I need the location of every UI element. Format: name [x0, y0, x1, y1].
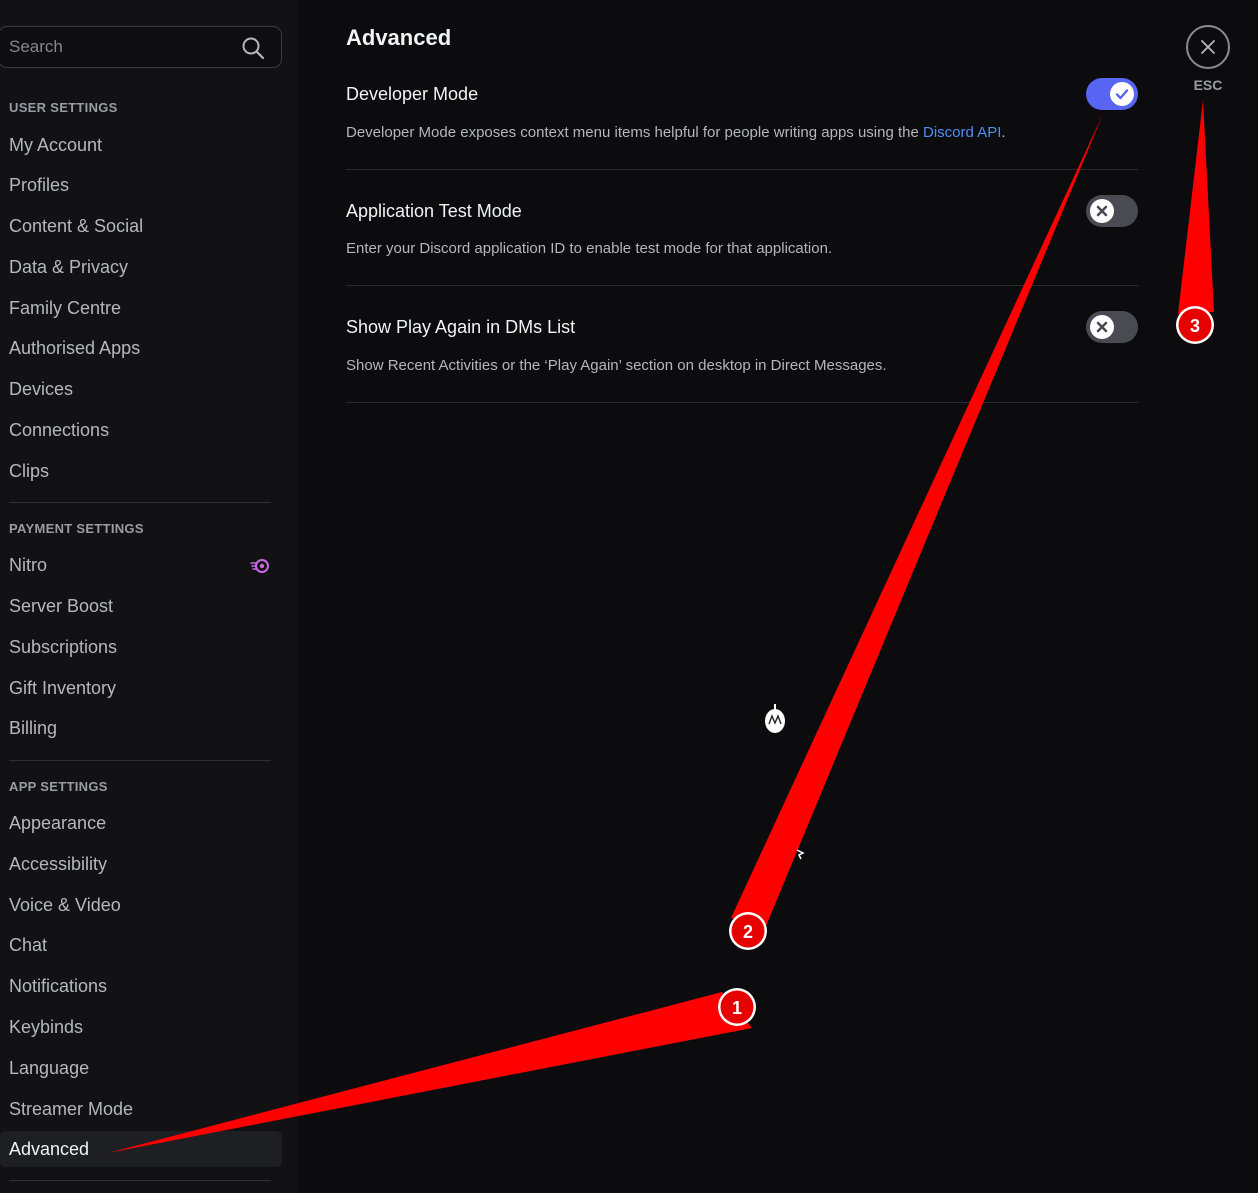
setting-divider [346, 169, 1138, 170]
sidebar-item-keybinds[interactable]: Keybinds [0, 1009, 282, 1045]
developer-mode-description-end: . [1001, 124, 1006, 141]
toggle-knob [1090, 315, 1114, 339]
sidebar-item-voice-video[interactable]: Voice & Video [0, 887, 282, 923]
close-button[interactable] [1186, 25, 1230, 69]
user-settings-header: USER SETTINGS [9, 100, 118, 115]
pointer-icon [796, 849, 805, 860]
developer-mode-description: Developer Mode exposes context menu item… [346, 124, 1006, 141]
sidebar-item-data-privacy[interactable]: Data & Privacy [0, 249, 282, 285]
close-icon [1201, 40, 1215, 54]
sidebar-divider [9, 502, 271, 503]
developer-mode-description-text: Developer Mode exposes context menu item… [346, 124, 923, 141]
sidebar-item-clips[interactable]: Clips [0, 453, 282, 489]
sidebar-item-family-centre[interactable]: Family Centre [0, 290, 282, 326]
sidebar-item-streamer-mode[interactable]: Streamer Mode [0, 1091, 282, 1127]
sidebar-item-server-boost[interactable]: Server Boost [0, 588, 282, 624]
sidebar-item-gift-inventory[interactable]: Gift Inventory [0, 670, 282, 706]
sidebar-item-content-social[interactable]: Content & Social [0, 208, 282, 244]
search-box[interactable] [0, 26, 282, 68]
annotation-label-2: 2 [743, 922, 753, 942]
sidebar-item-my-account[interactable]: My Account [0, 127, 282, 163]
settings-sidebar: USER SETTINGS My Account Profiles Conten… [0, 0, 298, 1193]
sidebar-item-profiles[interactable]: Profiles [0, 167, 282, 203]
sidebar-item-authorised-apps[interactable]: Authorised Apps [0, 330, 282, 366]
search-input[interactable] [9, 35, 229, 59]
sidebar-item-language[interactable]: Language [0, 1050, 282, 1086]
annotation-arrow-2 [731, 114, 1103, 926]
setting-divider [346, 402, 1138, 403]
sidebar-item-nitro[interactable]: Nitro [0, 547, 282, 583]
app-settings-header: APP SETTINGS [9, 779, 108, 794]
x-icon [1096, 205, 1108, 217]
annotation-marker-2: 2 [729, 912, 767, 950]
esc-label: ESC [1193, 77, 1223, 93]
developer-mode-title: Developer Mode [346, 84, 479, 104]
annotation-label-1: 1 [732, 998, 742, 1018]
check-icon [1115, 89, 1129, 100]
cursor-icon [765, 704, 785, 733]
sidebar-divider [9, 1180, 271, 1181]
developer-mode-toggle[interactable] [1086, 78, 1138, 110]
sidebar-item-notifications[interactable]: Notifications [0, 968, 282, 1004]
sidebar-item-devices[interactable]: Devices [0, 371, 282, 407]
sidebar-item-appearance[interactable]: Appearance [0, 805, 282, 841]
sidebar-divider [9, 760, 271, 761]
page-title: Advanced [346, 25, 452, 50]
sidebar-item-advanced[interactable]: Advanced [0, 1131, 282, 1167]
setting-divider [346, 285, 1138, 286]
toggle-knob [1090, 199, 1114, 223]
nitro-badge-icon [250, 559, 269, 573]
sidebar-item-connections[interactable]: Connections [0, 412, 282, 448]
sidebar-item-accessibility[interactable]: Accessibility [0, 846, 282, 882]
annotation-label-3: 3 [1190, 316, 1200, 336]
sidebar-item-subscriptions[interactable]: Subscriptions [0, 629, 282, 665]
x-icon [1096, 321, 1108, 333]
show-play-again-description: Show Recent Activities or the ‘Play Agai… [346, 357, 887, 374]
show-play-again-toggle[interactable] [1086, 311, 1138, 343]
application-test-mode-title: Application Test Mode [346, 201, 522, 221]
search-icon[interactable] [241, 36, 265, 60]
annotation-arrow-3 [1178, 100, 1214, 314]
sidebar-item-billing[interactable]: Billing [0, 710, 282, 746]
application-test-mode-description: Enter your Discord application ID to ena… [346, 240, 833, 257]
annotation-marker-3: 3 [1176, 306, 1214, 344]
sidebar-item-chat[interactable]: Chat [0, 927, 282, 963]
toggle-knob [1110, 82, 1134, 106]
payment-settings-header: PAYMENT SETTINGS [9, 521, 144, 536]
show-play-again-title: Show Play Again in DMs List [346, 317, 576, 337]
discord-api-link[interactable]: Discord API [923, 124, 1001, 141]
application-test-mode-toggle[interactable] [1086, 195, 1138, 227]
annotation-marker-1: 1 [718, 988, 756, 1026]
